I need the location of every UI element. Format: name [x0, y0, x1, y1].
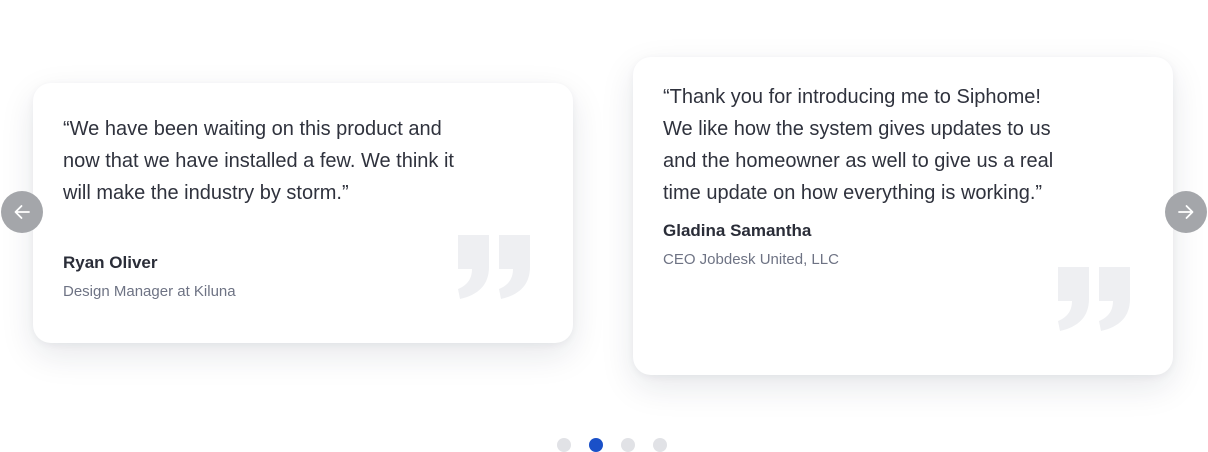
author-role: Design Manager at Kiluna [63, 283, 236, 300]
arrow-left-icon [14, 205, 30, 219]
next-button[interactable] [1165, 191, 1207, 233]
pagination-dot[interactable] [621, 438, 635, 452]
testimonial-quote: “Thank you for introducing me to Siphome… [663, 86, 1054, 204]
testimonial-card: “We have been waiting on this product an… [33, 83, 573, 343]
pagination-dot[interactable] [589, 438, 603, 452]
testimonial-quote: “We have been waiting on this product an… [63, 118, 454, 204]
pagination-dot[interactable] [557, 438, 571, 452]
testimonial-card: “Thank you for introducing me to Siphome… [633, 57, 1173, 375]
arrow-right-icon [1178, 205, 1194, 219]
author-name: Ryan Oliver [63, 253, 158, 272]
pagination-dots [557, 438, 667, 452]
author-name: Gladina Samantha [663, 221, 812, 240]
quote-mark-icon [458, 235, 530, 299]
testimonial-carousel: “We have been waiting on this product an… [0, 0, 1208, 452]
pagination-dot[interactable] [653, 438, 667, 452]
previous-button[interactable] [1, 191, 43, 233]
quote-mark-icon [1058, 267, 1130, 331]
author-role: CEO Jobdesk United, LLC [663, 251, 839, 268]
